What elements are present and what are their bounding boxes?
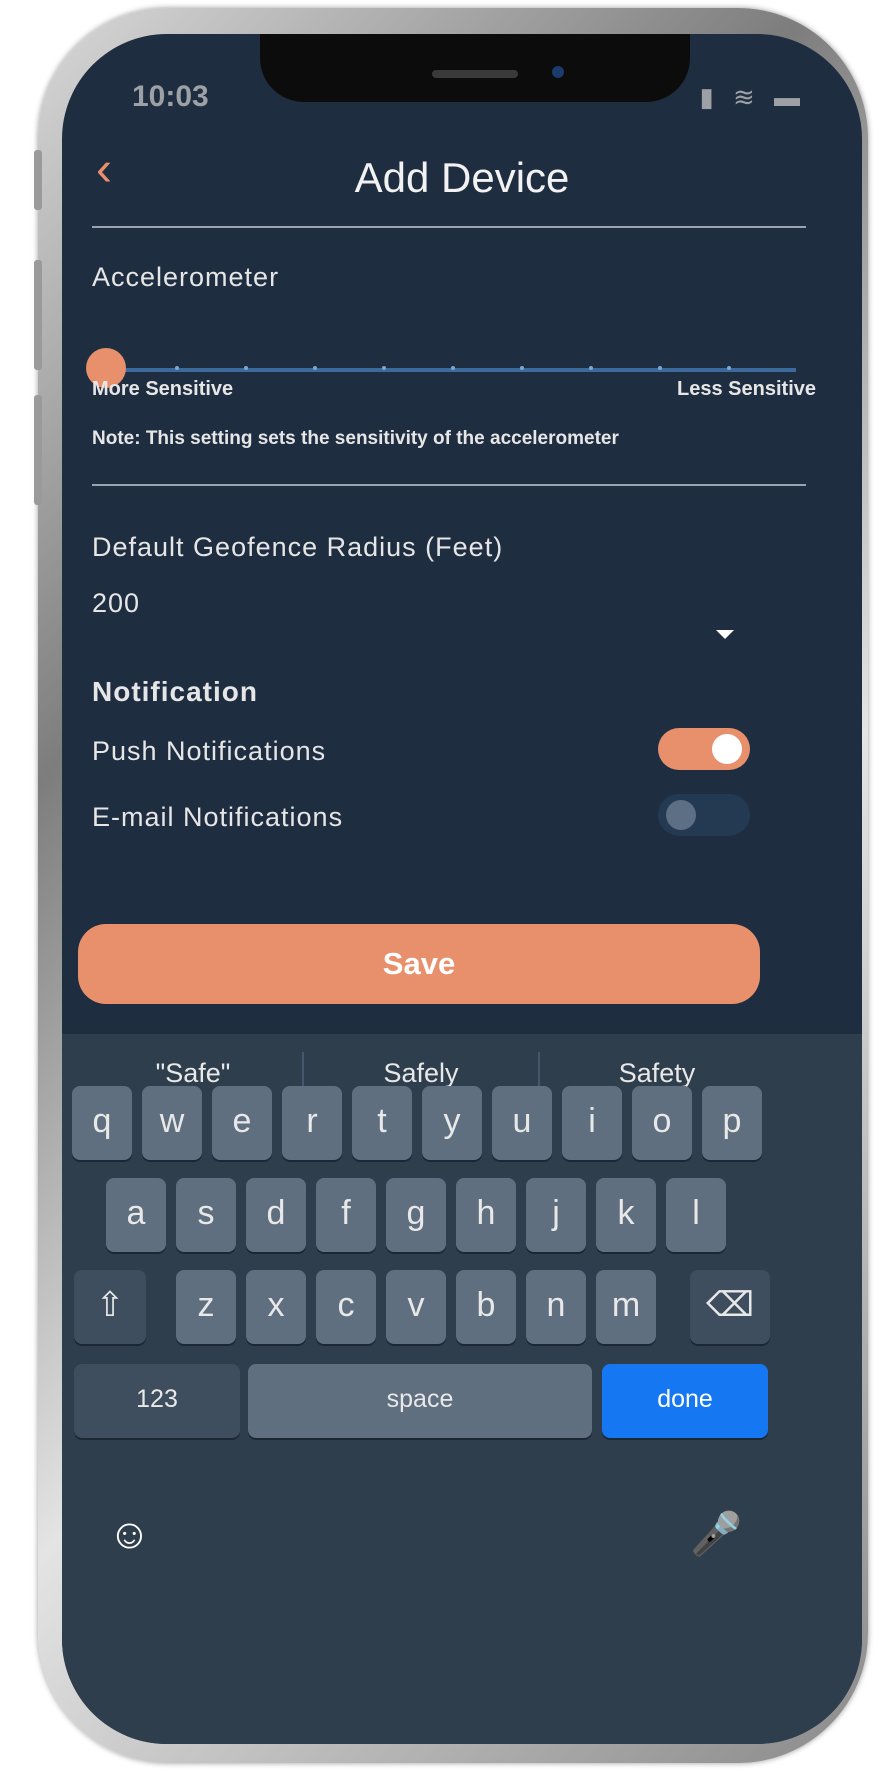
- slider-tick: [244, 366, 248, 370]
- key-s[interactable]: s: [176, 1178, 236, 1252]
- notch: [260, 34, 690, 102]
- key-y[interactable]: y: [422, 1086, 482, 1160]
- backspace-key[interactable]: ⌫: [690, 1270, 770, 1344]
- key-a[interactable]: a: [106, 1178, 166, 1252]
- microphone-icon[interactable]: 🎤: [690, 1510, 742, 1559]
- slider-tick: [658, 366, 662, 370]
- push-notifications-label: Push Notifications: [92, 736, 327, 766]
- key-u[interactable]: u: [492, 1086, 552, 1160]
- slider-tick: [313, 366, 317, 370]
- key-c[interactable]: c: [316, 1270, 376, 1344]
- slider-tick: [520, 366, 524, 370]
- space-key[interactable]: space: [248, 1364, 592, 1438]
- app-screen: 10:03 ▮ ≋ ▬ ‹ Add Device Accelerometer M…: [62, 34, 862, 1744]
- geofence-value[interactable]: 200: [92, 588, 140, 619]
- toggle-knob: [666, 800, 696, 830]
- key-k[interactable]: k: [596, 1178, 656, 1252]
- divider: [92, 226, 806, 228]
- speaker: [432, 70, 518, 78]
- suggestion-item[interactable]: Safety: [542, 1058, 772, 1089]
- page-title: Add Device: [354, 154, 570, 201]
- suggestion-item[interactable]: "Safe": [78, 1058, 308, 1089]
- shift-key[interactable]: ⇧: [74, 1270, 146, 1344]
- key-z[interactable]: z: [176, 1270, 236, 1344]
- notification-heading: Notification: [92, 676, 258, 707]
- accelerometer-label: Accelerometer: [92, 262, 280, 292]
- status-icons: ▮ ≋ ▬: [699, 82, 806, 112]
- key-l[interactable]: l: [666, 1178, 726, 1252]
- key-j[interactable]: j: [526, 1178, 586, 1252]
- less-sensitive-label: Less Sensitive: [677, 378, 816, 400]
- key-q[interactable]: q: [72, 1086, 132, 1160]
- email-notifications-label: E-mail Notifications: [92, 802, 344, 832]
- key-x[interactable]: x: [246, 1270, 306, 1344]
- key-f[interactable]: f: [316, 1178, 376, 1252]
- slider-tick: [727, 366, 731, 370]
- key-w[interactable]: w: [142, 1086, 202, 1160]
- emoji-icon[interactable]: ☺: [108, 1510, 151, 1558]
- key-i[interactable]: i: [562, 1086, 622, 1160]
- side-button: [34, 395, 42, 505]
- slider-tick: [175, 366, 179, 370]
- side-button: [34, 260, 42, 370]
- key-h[interactable]: h: [456, 1178, 516, 1252]
- key-m[interactable]: m: [596, 1270, 656, 1344]
- key-v[interactable]: v: [386, 1270, 446, 1344]
- slider-tick: [382, 366, 386, 370]
- key-r[interactable]: r: [282, 1086, 342, 1160]
- key-p[interactable]: p: [702, 1086, 762, 1160]
- key-g[interactable]: g: [386, 1178, 446, 1252]
- geofence-label: Default Geofence Radius (Feet): [92, 532, 504, 562]
- key-b[interactable]: b: [456, 1270, 516, 1344]
- slider-tick: [451, 366, 455, 370]
- push-notifications-toggle[interactable]: [658, 728, 750, 770]
- done-key[interactable]: done: [602, 1364, 768, 1438]
- key-t[interactable]: t: [352, 1086, 412, 1160]
- chevron-down-icon[interactable]: [716, 630, 734, 639]
- slider-tick: [589, 366, 593, 370]
- divider: [92, 484, 806, 486]
- numbers-key[interactable]: 123: [74, 1364, 240, 1438]
- key-n[interactable]: n: [526, 1270, 586, 1344]
- key-d[interactable]: d: [246, 1178, 306, 1252]
- camera-icon: [552, 66, 564, 78]
- save-button[interactable]: Save: [78, 924, 760, 1004]
- key-e[interactable]: e: [212, 1086, 272, 1160]
- email-notifications-toggle[interactable]: [658, 794, 750, 836]
- status-time: 10:03: [132, 80, 209, 113]
- key-o[interactable]: o: [632, 1086, 692, 1160]
- side-button: [34, 150, 42, 210]
- suggestion-item[interactable]: Safely: [306, 1058, 536, 1089]
- more-sensitive-label: More Sensitive: [92, 378, 234, 400]
- accelerometer-note: Note: This setting sets the sensitivity …: [92, 428, 619, 449]
- toggle-knob: [712, 734, 742, 764]
